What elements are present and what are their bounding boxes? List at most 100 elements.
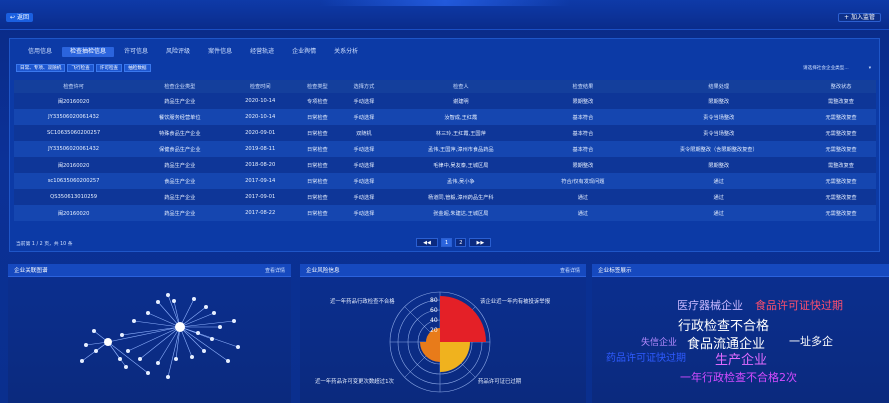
graph-node[interactable]: [156, 300, 160, 304]
tab-inspection[interactable]: 检查抽检信息: [62, 47, 115, 57]
graph-hub-node[interactable]: [175, 322, 185, 332]
page-button[interactable]: 1: [441, 238, 453, 247]
tag-keyword[interactable]: 一址多企: [789, 333, 833, 349]
table-cell: 通过: [713, 178, 724, 185]
graph-node[interactable]: [92, 329, 96, 333]
tick-label: 60: [430, 307, 438, 314]
tab-cases[interactable]: 案件信息: [200, 47, 240, 57]
tag-keyword[interactable]: 医疗器械企业: [677, 297, 743, 313]
tab-relation-analysis[interactable]: 关系分析: [326, 47, 366, 57]
table-row[interactable]: 闽20160020 药品生产企业 2020-10-14 专项检查 手动选择 谢建明 限期整改…: [14, 93, 876, 109]
table-row[interactable]: JY33506020061432 保健食品生产企业 2019-08-11 日常检查 手动…: [14, 141, 876, 157]
graph-node[interactable]: [166, 375, 170, 379]
graph-node[interactable]: [138, 357, 142, 361]
tab-public-opinion[interactable]: 企业舆情: [284, 47, 324, 57]
graph-node[interactable]: [156, 361, 160, 365]
graph-edge: [167, 326, 181, 378]
graph-node[interactable]: [196, 331, 200, 335]
col-header: 检查企业类型: [164, 84, 196, 90]
subtab-flight[interactable]: 飞行检查: [67, 64, 94, 72]
graph-node[interactable]: [94, 349, 98, 353]
tag-keyword[interactable]: 行政检查不合格: [678, 315, 769, 334]
tab-risk-rating[interactable]: 风险评级: [158, 47, 198, 57]
table-cell: 日常检查: [306, 178, 328, 185]
graph-node[interactable]: [146, 311, 150, 315]
next-page-button[interactable]: ▶▶: [469, 238, 492, 247]
graph-node[interactable]: [172, 299, 176, 303]
graph-node[interactable]: [218, 325, 222, 329]
table-row[interactable]: 闽20160020 药品生产企业 2018-08-20 日常检查 手动选择 毛律中,吴友泰…: [14, 157, 876, 173]
view-details-link[interactable]: 查看详情: [560, 267, 580, 274]
slice-label: 药品许可证已过期: [478, 377, 521, 385]
table-cell: 责令当场整改: [703, 114, 735, 121]
add-watch-button[interactable]: + 加入监管: [837, 13, 881, 22]
graph-node[interactable]: [192, 297, 196, 301]
table-cell: 2018-08-20: [245, 162, 276, 168]
table-cell: 通过: [577, 210, 589, 217]
graph-node[interactable]: [174, 357, 178, 361]
table-cell: 日常检查: [306, 210, 328, 217]
table-cell: 药品生产企业: [164, 162, 196, 169]
table-row[interactable]: JY33506020061432 餐饮服务经营单位 2020-10-14 日常检查 手动…: [14, 109, 876, 125]
graph-node[interactable]: [120, 333, 124, 337]
graph-node[interactable]: [132, 319, 136, 323]
table-cell: 需整改复查: [828, 162, 854, 169]
table-cell: 药品生产企业: [164, 210, 196, 217]
subtab-license-check[interactable]: 许可检查: [95, 64, 123, 72]
table-cell: 手动选择: [353, 210, 375, 217]
table-cell: 日常检查: [306, 194, 328, 201]
graph-node[interactable]: [232, 319, 236, 323]
tab-license[interactable]: 许可信息: [116, 47, 156, 57]
graph-node[interactable]: [126, 349, 130, 353]
back-button[interactable]: ↩ 返回: [6, 13, 34, 22]
tag-keyword[interactable]: 食品许可证快过期: [755, 297, 843, 313]
table-cell: 双随机: [356, 130, 372, 137]
table-cell: 无需整改复查: [825, 130, 857, 137]
enterprise-type-select[interactable]: 请选择社会企业类型... ▾: [803, 65, 871, 73]
graph-hub-node[interactable]: [104, 338, 112, 346]
table-cell: sc10635060200257: [47, 178, 100, 184]
table-cell: 需整改复查: [828, 98, 854, 105]
subtab-routine[interactable]: 日常、专项、双随机: [16, 64, 66, 72]
graph-node[interactable]: [124, 365, 128, 369]
tab-credit[interactable]: 信用信息: [20, 47, 60, 57]
view-details-link[interactable]: 查看详情: [265, 267, 285, 274]
graph-node[interactable]: [210, 337, 214, 341]
graph-node[interactable]: [212, 311, 216, 315]
slice-label: 该企业近一年内有被投诉举报: [480, 297, 551, 305]
tag-keyword[interactable]: 一年行政检查不合格2次: [680, 369, 797, 385]
table-cell: 基本符合: [572, 146, 594, 153]
graph-node[interactable]: [166, 293, 170, 297]
graph-node[interactable]: [202, 349, 206, 353]
col-header: 检查结果: [572, 84, 594, 90]
graph-node[interactable]: [146, 371, 150, 375]
graph-node[interactable]: [80, 359, 84, 363]
table-row[interactable]: SC10635060200257 特殊食品生产企业 2020-09-01 日常检查 双随…: [14, 125, 876, 141]
table-cell: SC10635060200257: [47, 130, 101, 136]
table-row[interactable]: 闽20160020 药品生产企业 2017-08-22 日常检查 手动选择 张金超,朱建达…: [14, 205, 876, 221]
page-button[interactable]: 2: [455, 238, 467, 247]
table-cell: 专项检查: [306, 98, 328, 105]
graph-node[interactable]: [236, 345, 240, 349]
graph-node[interactable]: [226, 359, 230, 363]
table-cell: 手动选择: [353, 178, 375, 185]
subtab-sampling[interactable]: 抽检数据: [124, 64, 151, 72]
tag-keyword[interactable]: 失信企业: [641, 335, 677, 348]
graph-node[interactable]: [204, 305, 208, 309]
tab-business-track[interactable]: 经营轨迹: [242, 47, 282, 57]
prev-page-button[interactable]: ◀◀: [416, 238, 438, 247]
tag-keyword[interactable]: 药品许可证快过期: [606, 349, 686, 364]
select-placeholder: 请选择社会企业类型...: [803, 66, 849, 71]
table-cell: 无需整改复查: [825, 210, 857, 217]
table-cell: 通过: [713, 194, 724, 201]
graph-node[interactable]: [84, 343, 88, 347]
table-header-row: 检查许可 检查企业类型 检查时间 检查类型 选择方式 检查人 检查结果 结果处理…: [14, 80, 876, 93]
graph-node[interactable]: [118, 357, 122, 361]
tag-keyword[interactable]: 生产企业: [715, 349, 767, 368]
graph-node[interactable]: [190, 355, 194, 359]
table-row[interactable]: sc10635060200257 食品生产企业 2017-09-14 日常检查 手动选择…: [14, 173, 876, 189]
table-row[interactable]: QS350613010259 药品生产企业 2017-09-01 日常检查 手动选择 杨道…: [14, 189, 876, 205]
graph-edge: [179, 326, 205, 352]
table-cell: 无需整改复查: [825, 114, 857, 121]
table-cell: 手动选择: [353, 194, 375, 201]
